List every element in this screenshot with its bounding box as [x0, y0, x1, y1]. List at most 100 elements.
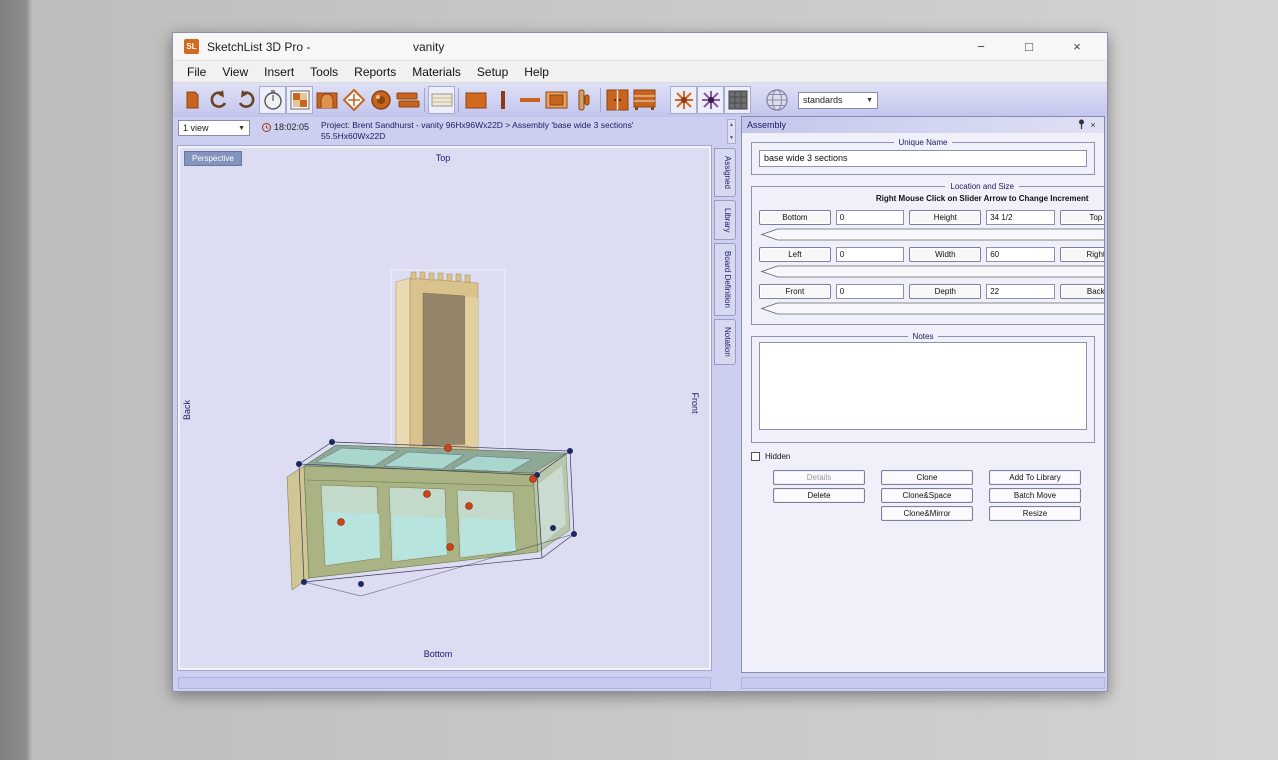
scene-canvas[interactable]: Top Bottom Back Front — [180, 148, 709, 668]
menu-setup[interactable]: Setup — [469, 65, 516, 79]
session-timer: 18:02:05 — [262, 122, 309, 132]
toolbar: standards ▼ — [173, 83, 1107, 117]
app-logo-icon: SL — [184, 39, 199, 54]
status-bar-left — [178, 677, 711, 689]
base-cabinet-model[interactable] — [287, 445, 570, 590]
tab-assigned[interactable]: Assigned — [714, 148, 736, 197]
side-tab-strip: Assigned Library Board Definition Notati… — [714, 148, 736, 365]
resize-button[interactable]: Resize — [989, 506, 1081, 521]
divider-vertical-icon[interactable] — [489, 86, 516, 114]
details-button[interactable]: Details — [773, 470, 865, 485]
texture-grid-icon[interactable] — [724, 86, 751, 114]
clone-button[interactable]: Clone — [881, 470, 973, 485]
maximize-button[interactable]: □ — [1005, 33, 1053, 61]
divider-horizontal-icon[interactable] — [516, 86, 543, 114]
assembly-panel: Assembly × Unique Name Location and Size… — [741, 116, 1105, 673]
board-solid-icon[interactable] — [462, 86, 489, 114]
board-stack-icon[interactable] — [394, 86, 421, 114]
height-input[interactable] — [986, 210, 1055, 225]
standards-dropdown[interactable]: standards ▼ — [798, 92, 878, 109]
pin-icon[interactable] — [1075, 119, 1087, 131]
panel-splitter-handle[interactable]: ▲▼ — [727, 119, 736, 144]
window-title: SketchList 3D Pro - — [207, 40, 310, 54]
depth-input[interactable] — [986, 284, 1055, 299]
delete-button[interactable]: Delete — [773, 488, 865, 503]
front-button[interactable]: Front — [759, 284, 831, 299]
ornament-orange-icon[interactable] — [670, 86, 697, 114]
viewport-label-back: Back — [182, 399, 192, 420]
minimize-button[interactable]: − — [957, 33, 1005, 61]
left-button[interactable]: Left — [759, 247, 831, 262]
tab-notation[interactable]: Notation — [714, 319, 736, 365]
view-count-dropdown[interactable]: 1 view ▼ — [178, 120, 250, 136]
height-slider-row — [759, 228, 1104, 241]
viewport[interactable]: Perspective Top Bottom Back Front — [178, 146, 711, 670]
double-door-cabinet-icon[interactable] — [604, 86, 631, 114]
notes-textarea[interactable] — [759, 342, 1087, 430]
width-row: Left Width Right — [759, 247, 1104, 262]
menu-tools[interactable]: Tools — [302, 65, 346, 79]
front-input[interactable] — [836, 284, 905, 299]
depth-slider-row — [759, 302, 1104, 315]
batch-move-button[interactable]: Batch Move — [989, 488, 1081, 503]
tab-library[interactable]: Library — [714, 200, 736, 240]
height-button[interactable]: Height — [909, 210, 981, 225]
redo-icon[interactable] — [232, 86, 259, 114]
assembly-panel-body: Unique Name Location and Size Right Mous… — [742, 133, 1104, 672]
menu-file[interactable]: File — [179, 65, 214, 79]
menu-insert[interactable]: Insert — [256, 65, 302, 79]
top-button[interactable]: Top — [1060, 210, 1104, 225]
stopwatch-icon[interactable] — [259, 86, 286, 114]
standards-dropdown-value: standards — [803, 95, 843, 105]
width-button[interactable]: Width — [909, 247, 981, 262]
menu-materials[interactable]: Materials — [404, 65, 469, 79]
undo-icon[interactable] — [205, 86, 232, 114]
back-button[interactable]: Back — [1060, 284, 1104, 299]
width-slider[interactable] — [759, 265, 1104, 278]
mirror-cabinet-model[interactable] — [391, 270, 505, 461]
tab-board-definition[interactable]: Board Definition — [714, 243, 736, 316]
view-info-bar: 1 view ▼ 18:02:05 Project: Brent Sandhur… — [173, 117, 738, 147]
clock-icon — [262, 123, 271, 132]
drawer-unit-icon[interactable] — [631, 86, 658, 114]
unique-name-legend: Unique Name — [894, 138, 953, 147]
viewport-label-front: Front — [690, 392, 700, 414]
globe-icon[interactable] — [763, 86, 790, 114]
panel-light-icon[interactable] — [428, 86, 455, 114]
bottom-button[interactable]: Bottom — [759, 210, 831, 225]
clone-space-button[interactable]: Clone&Space — [881, 488, 973, 503]
layout-grid-icon[interactable] — [286, 86, 313, 114]
framed-panel-icon[interactable] — [543, 86, 570, 114]
action-buttons: Details Delete Clone Clone&Space Clone&M… — [751, 470, 1095, 521]
depth-button[interactable]: Depth — [909, 284, 981, 299]
perspective-button[interactable]: Perspective — [184, 151, 242, 166]
ornament-purple-icon[interactable] — [697, 86, 724, 114]
hidden-row: Hidden — [751, 452, 1095, 461]
document-title: vanity — [413, 40, 444, 54]
hidden-checkbox[interactable] — [751, 452, 760, 461]
close-button[interactable]: × — [1053, 33, 1101, 61]
width-input[interactable] — [986, 247, 1055, 262]
assembly-panel-header: Assembly × — [742, 117, 1104, 133]
depth-slider[interactable] — [759, 302, 1104, 315]
clone-mirror-button[interactable]: Clone&Mirror — [881, 506, 973, 521]
menu-reports[interactable]: Reports — [346, 65, 404, 79]
disc-icon[interactable] — [367, 86, 394, 114]
menu-view[interactable]: View — [214, 65, 256, 79]
chevron-down-icon: ▼ — [238, 125, 245, 132]
cabinet-arch-icon[interactable] — [313, 86, 340, 114]
location-size-legend: Location and Size — [945, 182, 1019, 191]
unique-name-input[interactable] — [759, 150, 1087, 167]
hardware-pull-icon[interactable] — [570, 86, 597, 114]
panel-close-icon[interactable]: × — [1087, 120, 1099, 130]
move-diamond-icon[interactable] — [340, 86, 367, 114]
add-to-library-button[interactable]: Add To Library — [989, 470, 1081, 485]
depth-row: Front Depth Back — [759, 284, 1104, 299]
bottom-input[interactable] — [836, 210, 905, 225]
height-slider[interactable] — [759, 228, 1104, 241]
left-input[interactable] — [836, 247, 905, 262]
new-document-icon[interactable] — [178, 86, 205, 114]
right-button[interactable]: Right — [1060, 247, 1104, 262]
menu-help[interactable]: Help — [516, 65, 557, 79]
location-size-group: Location and Size Right Mouse Click on S… — [751, 182, 1104, 325]
